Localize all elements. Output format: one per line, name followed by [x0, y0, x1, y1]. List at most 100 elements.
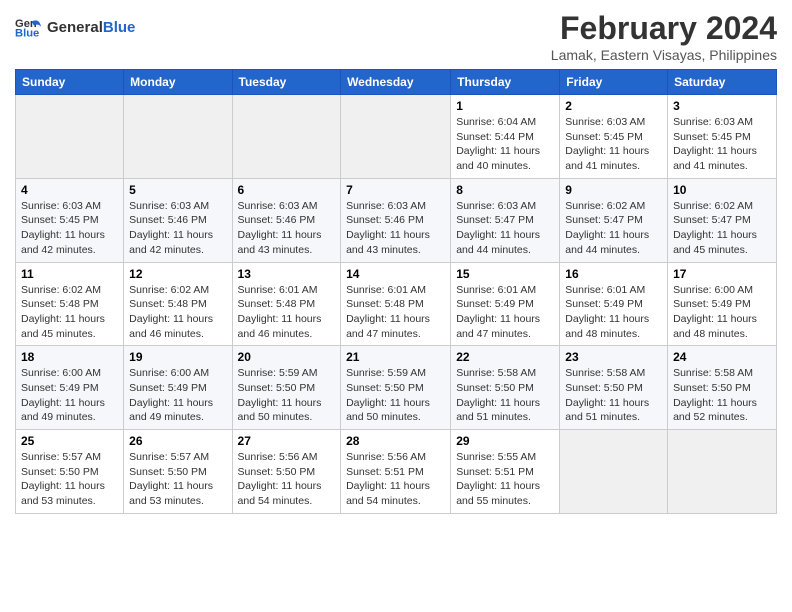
day-info: Sunrise: 6:01 AM Sunset: 5:48 PM Dayligh…: [238, 283, 336, 342]
day-info: Sunrise: 6:00 AM Sunset: 5:49 PM Dayligh…: [673, 283, 771, 342]
calendar-header: SundayMondayTuesdayWednesdayThursdayFrid…: [16, 70, 777, 95]
day-info: Sunrise: 6:02 AM Sunset: 5:48 PM Dayligh…: [21, 283, 118, 342]
calendar-body: 1Sunrise: 6:04 AM Sunset: 5:44 PM Daylig…: [16, 95, 777, 514]
column-header-saturday: Saturday: [668, 70, 777, 95]
calendar-cell: 4 Sunrise: 6:03 AM Sunset: 5:45 PM Daylig…: [16, 178, 124, 262]
day-info: Sunrise: 6:01 AM Sunset: 5:49 PM Dayligh…: [456, 283, 554, 342]
calendar-cell: 3 Sunrise: 6:03 AM Sunset: 5:45 PM Daylig…: [668, 95, 777, 179]
day-number: 8: [456, 183, 554, 197]
calendar-cell: [341, 95, 451, 179]
calendar-cell: [560, 430, 668, 514]
day-number: 23: [565, 350, 662, 364]
logo-icon: Gen Blue: [15, 14, 43, 42]
calendar-cell: 22 Sunrise: 5:58 AM Sunset: 5:50 PM Dayli…: [451, 346, 560, 430]
calendar-cell: 11 Sunrise: 6:02 AM Sunset: 5:48 PM Dayli…: [16, 262, 124, 346]
day-info: Sunrise: 5:56 AM Sunset: 5:51 PM Dayligh…: [346, 450, 445, 509]
column-header-tuesday: Tuesday: [232, 70, 341, 95]
column-header-friday: Friday: [560, 70, 668, 95]
calendar-week-1: 1Sunrise: 6:04 AM Sunset: 5:44 PM Daylig…: [16, 95, 777, 179]
day-info: Sunrise: 6:03 AM Sunset: 5:45 PM Dayligh…: [673, 115, 771, 174]
day-number: 18: [21, 350, 118, 364]
day-info: Sunrise: 6:00 AM Sunset: 5:49 PM Dayligh…: [129, 366, 226, 425]
calendar-week-3: 11 Sunrise: 6:02 AM Sunset: 5:48 PM Dayli…: [16, 262, 777, 346]
calendar-cell: 15 Sunrise: 6:01 AM Sunset: 5:49 PM Dayli…: [451, 262, 560, 346]
day-number: 29: [456, 434, 554, 448]
day-info: Sunrise: 6:01 AM Sunset: 5:48 PM Dayligh…: [346, 283, 445, 342]
day-info: Sunrise: 6:00 AM Sunset: 5:49 PM Dayligh…: [21, 366, 118, 425]
calendar-cell: 2Sunrise: 6:03 AM Sunset: 5:45 PM Daylig…: [560, 95, 668, 179]
calendar-cell: 1Sunrise: 6:04 AM Sunset: 5:44 PM Daylig…: [451, 95, 560, 179]
day-number: 19: [129, 350, 226, 364]
day-info: Sunrise: 6:03 AM Sunset: 5:47 PM Dayligh…: [456, 199, 554, 258]
day-number: 5: [129, 183, 226, 197]
day-info: Sunrise: 6:03 AM Sunset: 5:45 PM Dayligh…: [21, 199, 118, 258]
header-row: SundayMondayTuesdayWednesdayThursdayFrid…: [16, 70, 777, 95]
calendar-cell: 12 Sunrise: 6:02 AM Sunset: 5:48 PM Dayli…: [124, 262, 232, 346]
day-number: 15: [456, 267, 554, 281]
day-number: 28: [346, 434, 445, 448]
column-header-wednesday: Wednesday: [341, 70, 451, 95]
column-header-sunday: Sunday: [16, 70, 124, 95]
day-number: 22: [456, 350, 554, 364]
calendar-cell: 7 Sunrise: 6:03 AM Sunset: 5:46 PM Daylig…: [341, 178, 451, 262]
header: Gen Blue GeneralBlue February 2024 Lamak…: [15, 10, 777, 63]
day-number: 17: [673, 267, 771, 281]
day-number: 14: [346, 267, 445, 281]
day-info: Sunrise: 5:59 AM Sunset: 5:50 PM Dayligh…: [346, 366, 445, 425]
day-number: 4: [21, 183, 118, 197]
calendar-cell: 20 Sunrise: 5:59 AM Sunset: 5:50 PM Dayli…: [232, 346, 341, 430]
day-number: 21: [346, 350, 445, 364]
calendar-cell: 24 Sunrise: 5:58 AM Sunset: 5:50 PM Dayli…: [668, 346, 777, 430]
day-info: Sunrise: 5:56 AM Sunset: 5:50 PM Dayligh…: [238, 450, 336, 509]
column-header-monday: Monday: [124, 70, 232, 95]
day-info: Sunrise: 6:02 AM Sunset: 5:47 PM Dayligh…: [673, 199, 771, 258]
day-number: 11: [21, 267, 118, 281]
logo: Gen Blue GeneralBlue: [15, 14, 135, 42]
calendar-cell: 13Sunrise: 6:01 AM Sunset: 5:48 PM Dayli…: [232, 262, 341, 346]
calendar-cell: 18 Sunrise: 6:00 AM Sunset: 5:49 PM Dayli…: [16, 346, 124, 430]
day-number: 6: [238, 183, 336, 197]
calendar-cell: 19 Sunrise: 6:00 AM Sunset: 5:49 PM Dayli…: [124, 346, 232, 430]
calendar-cell: 29Sunrise: 5:55 AM Sunset: 5:51 PM Dayli…: [451, 430, 560, 514]
day-info: Sunrise: 6:01 AM Sunset: 5:49 PM Dayligh…: [565, 283, 662, 342]
calendar-week-2: 4 Sunrise: 6:03 AM Sunset: 5:45 PM Daylig…: [16, 178, 777, 262]
day-number: 7: [346, 183, 445, 197]
calendar-cell: 23 Sunrise: 5:58 AM Sunset: 5:50 PM Dayli…: [560, 346, 668, 430]
day-info: Sunrise: 5:58 AM Sunset: 5:50 PM Dayligh…: [673, 366, 771, 425]
calendar-cell: 21 Sunrise: 5:59 AM Sunset: 5:50 PM Dayli…: [341, 346, 451, 430]
calendar-cell: 16 Sunrise: 6:01 AM Sunset: 5:49 PM Dayli…: [560, 262, 668, 346]
title-area: February 2024 Lamak, Eastern Visayas, Ph…: [551, 10, 777, 63]
day-info: Sunrise: 6:03 AM Sunset: 5:46 PM Dayligh…: [346, 199, 445, 258]
calendar-cell: 10 Sunrise: 6:02 AM Sunset: 5:47 PM Dayli…: [668, 178, 777, 262]
calendar-week-5: 25Sunrise: 5:57 AM Sunset: 5:50 PM Dayli…: [16, 430, 777, 514]
subtitle: Lamak, Eastern Visayas, Philippines: [551, 47, 777, 63]
day-number: 9: [565, 183, 662, 197]
day-number: 1: [456, 99, 554, 113]
day-number: 12: [129, 267, 226, 281]
day-number: 20: [238, 350, 336, 364]
day-info: Sunrise: 5:58 AM Sunset: 5:50 PM Dayligh…: [565, 366, 662, 425]
day-info: Sunrise: 5:58 AM Sunset: 5:50 PM Dayligh…: [456, 366, 554, 425]
calendar-cell: 8 Sunrise: 6:03 AM Sunset: 5:47 PM Daylig…: [451, 178, 560, 262]
day-info: Sunrise: 6:02 AM Sunset: 5:48 PM Dayligh…: [129, 283, 226, 342]
day-number: 3: [673, 99, 771, 113]
calendar-cell: [232, 95, 341, 179]
day-number: 10: [673, 183, 771, 197]
logo-blue-text: Blue: [103, 19, 136, 36]
day-info: Sunrise: 5:57 AM Sunset: 5:50 PM Dayligh…: [129, 450, 226, 509]
calendar-cell: 9Sunrise: 6:02 AM Sunset: 5:47 PM Daylig…: [560, 178, 668, 262]
day-number: 24: [673, 350, 771, 364]
day-number: 16: [565, 267, 662, 281]
month-title: February 2024: [551, 10, 777, 47]
calendar-week-4: 18 Sunrise: 6:00 AM Sunset: 5:49 PM Dayli…: [16, 346, 777, 430]
day-number: 26: [129, 434, 226, 448]
calendar-table: SundayMondayTuesdayWednesdayThursdayFrid…: [15, 69, 777, 514]
logo-general-text: General: [47, 19, 103, 36]
column-header-thursday: Thursday: [451, 70, 560, 95]
day-number: 2: [565, 99, 662, 113]
day-info: Sunrise: 5:59 AM Sunset: 5:50 PM Dayligh…: [238, 366, 336, 425]
calendar-cell: [668, 430, 777, 514]
day-number: 27: [238, 434, 336, 448]
calendar-cell: 5Sunrise: 6:03 AM Sunset: 5:46 PM Daylig…: [124, 178, 232, 262]
calendar-cell: 17 Sunrise: 6:00 AM Sunset: 5:49 PM Dayli…: [668, 262, 777, 346]
